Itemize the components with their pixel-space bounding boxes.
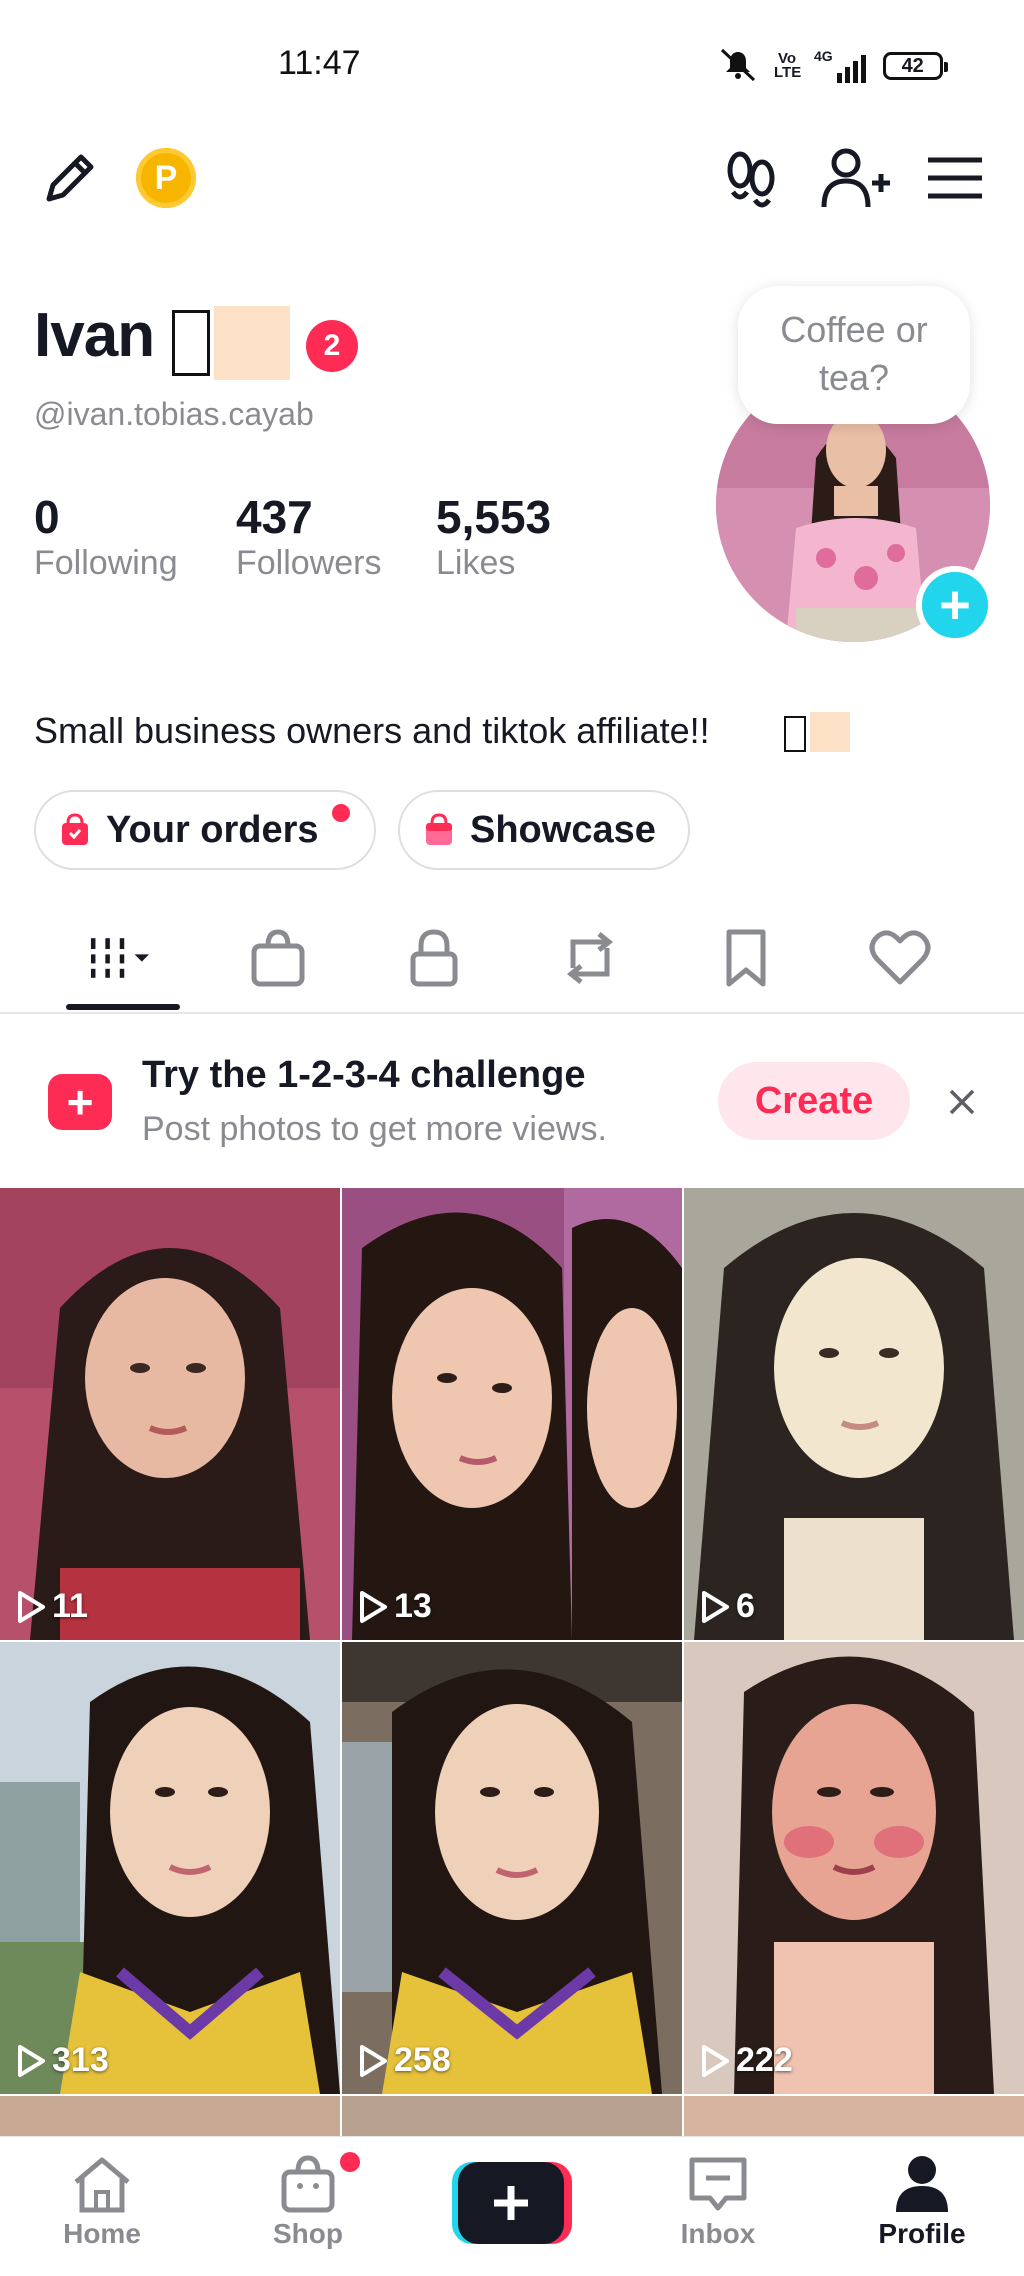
- stat-followers-label: Followers: [236, 544, 382, 582]
- showcase-label: Showcase: [470, 808, 656, 851]
- view-count-value: 13: [394, 1587, 432, 1625]
- status-icons: Vo LTE 4G 42: [716, 46, 948, 87]
- nav-profile[interactable]: Profile: [842, 2154, 1002, 2250]
- nav-profile-label: Profile: [878, 2218, 966, 2249]
- stat-followers-value: 437: [236, 491, 313, 543]
- video-thumbnail[interactable]: 222: [684, 1642, 1024, 2094]
- your-orders-label: Your orders: [106, 808, 319, 851]
- home-icon: [74, 2157, 130, 2213]
- signal-icon: 4G: [814, 49, 869, 83]
- video-thumbnail[interactable]: 13: [342, 1188, 682, 1640]
- grid-icon[interactable]: [86, 922, 158, 994]
- stat-likes-label: Likes: [436, 544, 516, 582]
- inbox-icon: [689, 2157, 747, 2211]
- battery-icon: 42: [882, 52, 948, 80]
- stat-likes[interactable]: 5,553 Likes: [436, 490, 551, 583]
- orders-bag-icon: [62, 813, 88, 845]
- challenge-plus-icon: +: [48, 1074, 112, 1130]
- video-thumbnail[interactable]: 11: [0, 1188, 340, 1640]
- username: @ivan.tobias.cayab: [34, 396, 314, 432]
- view-count-value: 258: [394, 2041, 451, 2079]
- stat-followers[interactable]: 437 Followers: [236, 490, 381, 583]
- stat-following-label: Following: [34, 544, 178, 582]
- bio-emoji-placeholder: [810, 712, 850, 752]
- video-thumbnail[interactable]: [684, 2096, 1024, 2136]
- note-bubble-line1: Coffee or: [780, 309, 928, 350]
- nav-inbox-label: Inbox: [680, 2218, 756, 2249]
- nav-inbox[interactable]: Inbox: [638, 2154, 798, 2250]
- note-bubble[interactable]: Coffee or tea?: [738, 286, 970, 424]
- nav-shop-label: Shop: [273, 2218, 343, 2249]
- video-thumbnail[interactable]: [342, 2096, 682, 2136]
- view-count-value: 6: [736, 1587, 755, 1625]
- video-thumbnail[interactable]: [0, 2096, 340, 2136]
- nav-shop[interactable]: Shop: [228, 2152, 388, 2250]
- mute-icon: [716, 46, 760, 87]
- note-bubble-line2: tea?: [818, 357, 890, 398]
- shop-icon: [281, 2155, 335, 2213]
- bookmark-icon[interactable]: [710, 922, 782, 994]
- video-thumbnail[interactable]: 258: [342, 1642, 682, 2094]
- stat-following-value: 0: [34, 491, 60, 543]
- video-thumbnail[interactable]: 6: [684, 1188, 1024, 1640]
- profile-name: Ivan: [34, 301, 155, 370]
- view-count: 258: [358, 2041, 451, 2080]
- menu-icon[interactable]: [922, 146, 988, 210]
- view-count: 6: [700, 1587, 755, 1626]
- network-type-label: 4G: [814, 48, 833, 64]
- banner-subtitle: Post photos to get more views.: [142, 1110, 607, 1148]
- showcase-bag-icon: [426, 813, 452, 845]
- nav-home-label: Home: [63, 2218, 141, 2249]
- notification-badge[interactable]: 2: [306, 320, 358, 372]
- footprints-icon[interactable]: [716, 142, 788, 214]
- your-orders-button[interactable]: Your orders: [34, 790, 376, 870]
- emoji-placeholder-box: [172, 310, 210, 376]
- close-icon[interactable]: [940, 1080, 984, 1124]
- emoji-placeholder: [214, 306, 290, 380]
- active-tab-underline: [66, 1004, 180, 1010]
- pencil-icon[interactable]: [32, 140, 108, 216]
- bio-text: Small business owners and tiktok affilia…: [34, 710, 710, 751]
- view-count-value: 313: [52, 2041, 109, 2079]
- bio-emoji-box: [784, 716, 806, 752]
- shop-bag-icon[interactable]: [242, 922, 314, 994]
- video-thumbnail[interactable]: 313: [0, 1642, 340, 2094]
- view-count-value: 222: [736, 2041, 793, 2079]
- view-count-value: 11: [52, 1587, 88, 1625]
- view-count: 11: [16, 1587, 88, 1626]
- profile-icon: [896, 2156, 948, 2212]
- shop-notification-dot: [340, 2152, 360, 2172]
- banner-title: Try the 1-2-3-4 challenge: [142, 1054, 586, 1096]
- lock-icon[interactable]: [398, 922, 470, 994]
- stat-likes-value: 5,553: [436, 491, 552, 543]
- orders-notification-dot: [332, 804, 350, 822]
- heart-icon[interactable]: [864, 922, 936, 994]
- stat-following[interactable]: 0 Following: [34, 490, 178, 583]
- p-coin-icon[interactable]: P: [136, 148, 196, 208]
- nav-home[interactable]: Home: [22, 2154, 182, 2250]
- showcase-button[interactable]: Showcase: [398, 790, 690, 870]
- volte-icon: Vo LTE: [774, 50, 802, 81]
- repost-icon[interactable]: [554, 922, 626, 994]
- create-plus-icon[interactable]: [452, 2162, 572, 2244]
- view-count: 313: [16, 2041, 109, 2080]
- view-count: 222: [700, 2041, 793, 2080]
- view-count: 13: [358, 1587, 432, 1626]
- add-user-icon[interactable]: [816, 140, 896, 216]
- status-time: 11:47: [278, 44, 361, 82]
- add-story-button[interactable]: +: [916, 566, 994, 644]
- create-button[interactable]: Create: [718, 1062, 910, 1140]
